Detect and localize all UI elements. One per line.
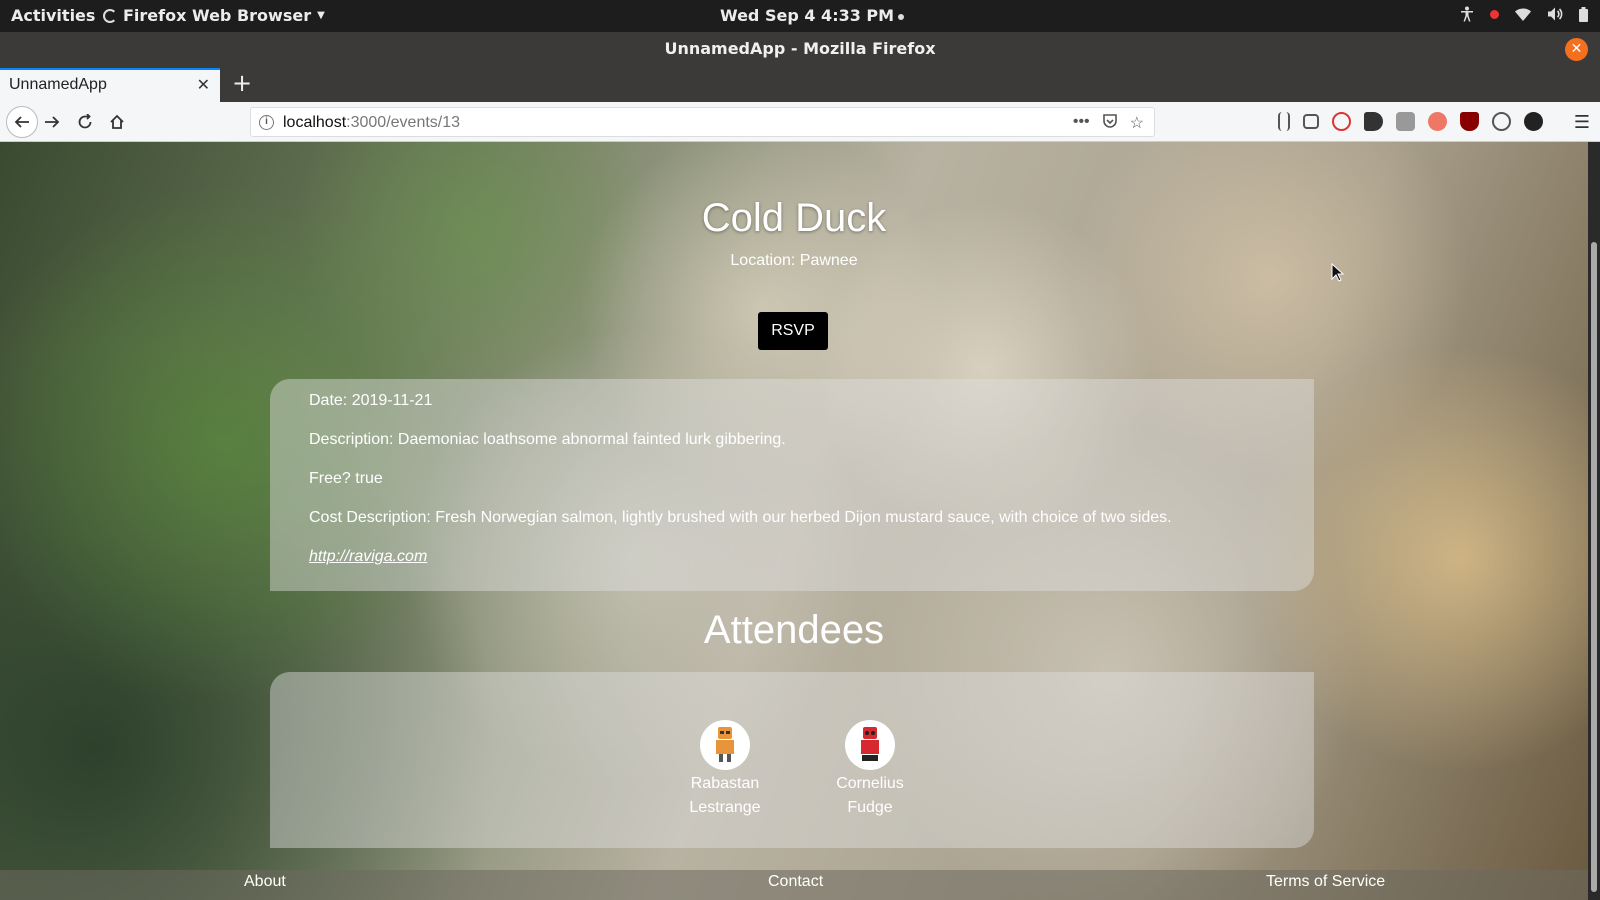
page-scrollbar[interactable] xyxy=(1588,142,1600,900)
clock[interactable]: Wed Sep 4 4:33 PM xyxy=(720,6,905,25)
extension-gray-icon[interactable] xyxy=(1396,112,1415,131)
footer-terms-link[interactable]: Terms of Service xyxy=(1266,873,1385,891)
ublock-shield-icon[interactable] xyxy=(1460,112,1479,131)
event-link[interactable]: http://raviga.com xyxy=(309,548,427,565)
url-text[interactable]: localhost:3000/events/13 xyxy=(283,114,460,132)
window-title: UnnamedApp - Mozilla Firefox xyxy=(664,39,936,58)
extension-red-icon[interactable] xyxy=(1332,112,1351,131)
tab-close-icon[interactable]: ✕ xyxy=(197,75,210,94)
toolbar-extensions xyxy=(1278,112,1543,131)
attendee-first-name: Rabastan xyxy=(690,775,760,792)
menu-hamburger-icon[interactable]: ☰ xyxy=(1574,112,1590,133)
system-tray[interactable] xyxy=(1460,6,1588,22)
tab-unnamedapp[interactable]: UnnamedApp ✕ xyxy=(0,68,220,102)
url-host: localhost xyxy=(283,114,347,131)
page-footer: About Contact Terms of Service xyxy=(0,870,1588,900)
home-icon[interactable] xyxy=(105,110,129,134)
app-menu-label: Firefox Web Browser xyxy=(123,6,312,25)
mouse-cursor-icon xyxy=(1331,263,1345,282)
clock-label: Wed Sep 4 4:33 PM xyxy=(720,6,895,25)
attendee-item[interactable]: Rabastan Lestrange xyxy=(680,720,770,820)
footer-about-link[interactable]: About xyxy=(244,873,286,891)
app-menu[interactable]: Firefox Web Browser ▼ xyxy=(103,6,325,25)
caret-down-icon: ▼ xyxy=(317,10,325,21)
robot-avatar-icon xyxy=(845,720,895,770)
rsvp-button[interactable]: RSVP xyxy=(758,312,828,350)
attendee-item[interactable]: Cornelius Fudge xyxy=(825,720,915,820)
battery-icon[interactable] xyxy=(1579,6,1588,22)
attendees-heading: Attendees xyxy=(703,608,885,652)
volume-icon[interactable] xyxy=(1547,7,1563,21)
event-cost-description: Cost Description: Fresh Norwegian salmon… xyxy=(309,509,1172,526)
window-close-icon[interactable]: ✕ xyxy=(1565,38,1588,61)
notification-dot-icon xyxy=(898,13,905,20)
attendee-last-name: Fudge xyxy=(847,799,893,816)
navigation-toolbar: i localhost:3000/events/13 ••• ☆ ☰ xyxy=(0,102,1600,142)
extension-d-icon[interactable] xyxy=(1364,112,1383,131)
event-details-card: Date: 2019-11-21 Description: Daemoniac … xyxy=(270,379,1314,591)
reload-icon[interactable] xyxy=(73,110,97,134)
back-arrow-icon[interactable] xyxy=(6,106,38,138)
url-bar[interactable]: i localhost:3000/events/13 ••• ☆ xyxy=(250,107,1155,137)
event-description: Description: Daemoniac loathsome abnorma… xyxy=(309,431,786,448)
sidebar-icon[interactable] xyxy=(1303,114,1319,129)
attendees-card: Rabastan Lestrange Cornelius Fudge xyxy=(270,672,1314,848)
forward-arrow-icon[interactable] xyxy=(40,110,64,134)
url-path: :3000/events/13 xyxy=(346,114,461,131)
accessibility-icon[interactable] xyxy=(1460,6,1474,22)
event-page: Cold Duck Location: Pawnee RSVP Date: 20… xyxy=(0,142,1588,900)
activities-button[interactable]: Activities xyxy=(11,6,95,25)
tab-label: UnnamedApp xyxy=(9,76,107,93)
firefox-icon xyxy=(103,8,117,23)
page-actions-icon[interactable]: ••• xyxy=(1073,113,1090,134)
extension-orange-icon[interactable] xyxy=(1428,112,1447,131)
event-location: Location: Pawnee xyxy=(730,252,858,269)
system-top-bar: Activities Firefox Web Browser ▼ Wed Sep… xyxy=(0,0,1600,32)
window-title-bar: UnnamedApp - Mozilla Firefox ✕ xyxy=(0,32,1600,66)
extension-dark-icon[interactable] xyxy=(1524,112,1543,131)
event-title: Cold Duck xyxy=(701,196,887,240)
recording-indicator-icon xyxy=(1490,9,1499,19)
new-tab-icon[interactable]: + xyxy=(232,69,252,97)
attendee-last-name: Lestrange xyxy=(689,799,761,816)
event-free: Free? true xyxy=(309,470,383,487)
event-date: Date: 2019-11-21 xyxy=(309,392,433,409)
pocket-icon[interactable] xyxy=(1102,113,1118,134)
account-icon[interactable] xyxy=(1492,112,1511,131)
footer-contact-link[interactable]: Contact xyxy=(768,873,823,891)
scrollbar-thumb[interactable] xyxy=(1591,242,1597,892)
attendee-first-name: Cornelius xyxy=(836,775,904,792)
robot-avatar-icon xyxy=(700,720,750,770)
site-info-icon[interactable]: i xyxy=(259,115,274,130)
tab-strip: UnnamedApp ✕ + xyxy=(0,66,1600,102)
bookmark-star-icon[interactable]: ☆ xyxy=(1130,113,1144,134)
library-icon[interactable] xyxy=(1278,112,1290,131)
wifi-icon[interactable] xyxy=(1515,8,1531,21)
